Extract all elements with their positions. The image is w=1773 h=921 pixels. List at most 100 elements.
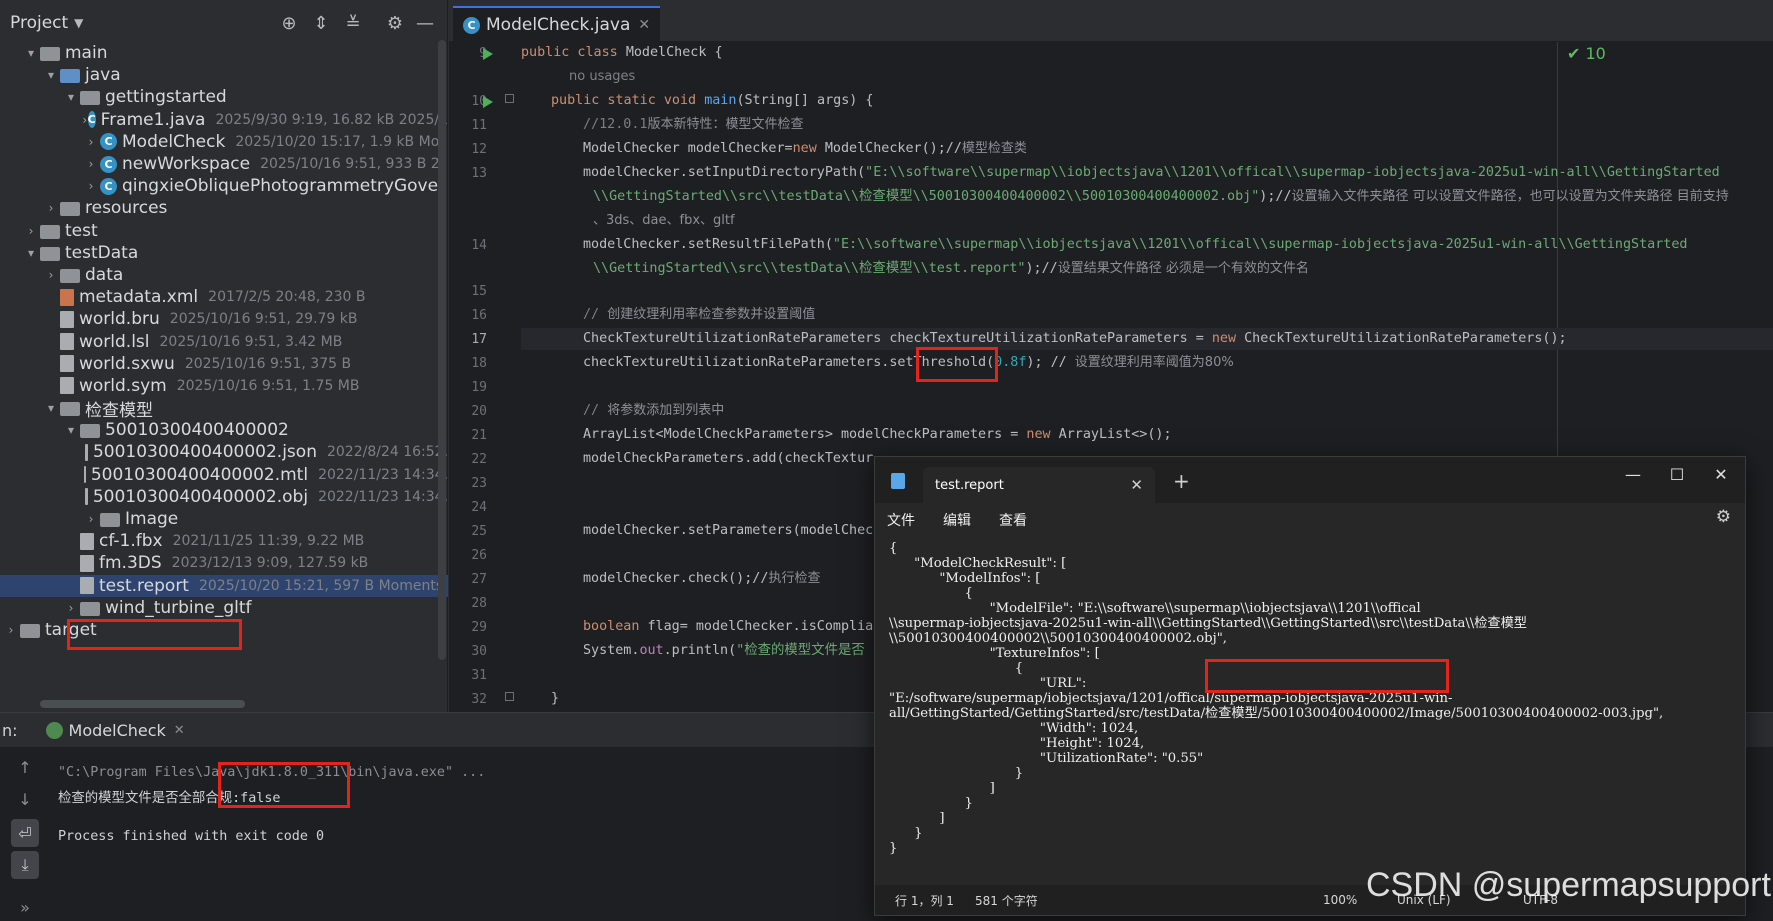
chevron-right-icon[interactable]: ›	[82, 157, 100, 171]
tab-modelcheck-java[interactable]: C ModelCheck.java ✕	[453, 6, 661, 42]
close-window-icon[interactable]: ✕	[1701, 465, 1741, 484]
line-number: 16	[471, 308, 487, 323]
chevron-down-icon[interactable]: ▾	[22, 46, 40, 60]
tree-item-meta: 2017/2/5 20:48, 230 B	[208, 289, 366, 306]
code-line: checkTextureUtilizationRateParameters.se…	[583, 355, 1234, 370]
file-icon	[85, 443, 88, 461]
chevron-down-icon[interactable]: ▼	[74, 16, 83, 30]
tree-item[interactable]: metadata.xml 2017/2/5 20:48, 230 B	[0, 286, 448, 308]
tree-item[interactable]: 50010300400400002.obj 2022/11/23 14:34,	[0, 486, 448, 508]
gear-icon[interactable]: ⚙	[1716, 507, 1731, 527]
tree-item-meta: 2023/12/13 9:09, 127.59 kB	[171, 555, 369, 572]
notepad-window: test.report ✕ + — ☐ ✕ 文件 编辑 查看 ⚙ { "Mode…	[874, 456, 1746, 916]
tree-item[interactable]: › resources	[0, 197, 448, 219]
line-number: 26	[471, 548, 487, 563]
tree-item[interactable]: › data	[0, 264, 448, 286]
chevron-down-icon[interactable]: ▾	[22, 246, 40, 260]
run-arrow-icon[interactable]	[483, 96, 493, 108]
expand-all-icon[interactable]: ⇕	[308, 10, 334, 36]
chevron-right-icon[interactable]: ›	[82, 113, 88, 127]
soft-wrap-icon[interactable]: ⏎	[11, 819, 39, 847]
tree-item[interactable]: › test	[0, 220, 448, 242]
inspection-indicator[interactable]: ✔ 10	[1567, 44, 1606, 63]
maximize-icon[interactable]: ☐	[1657, 465, 1697, 484]
down-arrow-icon[interactable]: ↓	[11, 785, 39, 813]
tree-item-label: 50010300400400002.mtl	[90, 464, 309, 485]
tree-item[interactable]: 50010300400400002.json 2022/8/24 16:52,	[0, 441, 448, 463]
close-icon[interactable]: ✕	[174, 723, 185, 738]
project-scrollbar[interactable]	[438, 40, 446, 660]
line-number: 12	[471, 142, 487, 157]
tree-item[interactable]: › CqingxieObliquePhotogrammetryGover	[0, 175, 448, 197]
tree-item[interactable]: test.report 2025/10/20 15:21, 597 B Momen…	[0, 574, 448, 597]
minimize-icon[interactable]: —	[1613, 465, 1653, 484]
menu-view[interactable]: 查看	[999, 510, 1027, 530]
chevron-right-icon[interactable]: ›	[82, 179, 100, 193]
more-icon[interactable]: »	[11, 893, 39, 921]
chevron-down-icon[interactable]: ▾	[42, 68, 60, 82]
collapse-all-icon[interactable]: ≚	[340, 10, 366, 36]
tree-item[interactable]: 50010300400400002.mtl 2022/11/23 14:34,	[0, 464, 448, 486]
chevron-right-icon[interactable]: ›	[42, 201, 60, 215]
chevron-down-icon[interactable]: ▾	[62, 90, 80, 104]
folder-icon	[100, 513, 120, 528]
close-icon[interactable]: ✕	[638, 17, 650, 33]
tree-item[interactable]: ▾ testData	[0, 242, 448, 264]
menu-edit[interactable]: 编辑	[943, 510, 971, 530]
gear-icon[interactable]: ⚙	[382, 10, 408, 36]
file-icon	[80, 577, 94, 595]
chevron-right-icon[interactable]: ›	[82, 135, 100, 149]
project-panel: Project ▼ ⊕ ⇕ ≚ ⚙ — ▾ main ▾ java ▾ gettingst…	[0, 0, 448, 712]
notepad-text-content[interactable]: { "ModelCheckResult": [ "ModelInfos": [ …	[889, 541, 1739, 881]
chevron-down-icon[interactable]: ▾	[42, 401, 60, 415]
project-horizontal-scrollbar[interactable]	[40, 700, 245, 708]
scroll-to-end-icon[interactable]: ⤓	[11, 851, 39, 879]
line-number: 20	[471, 404, 487, 419]
tree-item[interactable]: world.sym 2025/10/16 9:51, 1.75 MB	[0, 375, 448, 397]
tree-item[interactable]: ▾ java	[0, 64, 448, 86]
tree-item[interactable]: › Image	[0, 508, 448, 530]
fold-icon[interactable]	[505, 692, 514, 701]
tree-item-label: world.lsl	[79, 331, 150, 352]
up-arrow-icon[interactable]: ↑	[11, 753, 39, 781]
chevron-right-icon[interactable]: ›	[22, 224, 40, 238]
tree-item[interactable]: › CnewWorkspace 2025/10/16 9:51, 933 B 2	[0, 153, 448, 175]
menu-file[interactable]: 文件	[887, 510, 915, 530]
highlight-box-test-report	[67, 619, 242, 650]
new-tab-icon[interactable]: +	[1173, 469, 1190, 493]
tree-item[interactable]: › C ModelCheck 2025/10/20 15:17, 1.9 kB Mo	[0, 131, 448, 153]
chevron-right-icon[interactable]: ›	[2, 623, 20, 637]
tree-item[interactable]: ▾ 50010300400400002	[0, 419, 448, 441]
folder-icon	[80, 601, 100, 616]
hide-panel-icon[interactable]: —	[412, 10, 438, 36]
chevron-right-icon[interactable]: ›	[42, 268, 60, 282]
notepad-tab[interactable]: test.report ✕	[923, 467, 1155, 503]
run-arrow-icon[interactable]	[483, 48, 493, 60]
chevron-down-icon[interactable]: ▾	[62, 423, 80, 437]
line-number: 30	[471, 644, 487, 659]
tree-item[interactable]: ▾ gettingstarted	[0, 86, 448, 108]
highlight-box-threshold	[916, 347, 998, 382]
chevron-right-icon[interactable]: ›	[62, 601, 80, 615]
fold-icon[interactable]	[505, 94, 514, 103]
tree-item[interactable]: cf-1.fbx 2021/11/25 11:39, 9.22 MB	[0, 530, 448, 552]
tree-item[interactable]: › wind_turbine_gltf	[0, 597, 448, 619]
tree-item[interactable]: ▾ main	[0, 42, 448, 64]
zoom-level[interactable]: 100%	[1323, 893, 1357, 907]
tree-item-label: newWorkspace	[122, 154, 251, 175]
folder-icon	[40, 47, 60, 62]
tree-item[interactable]: › C Frame1.java 2025/9/30 9:19, 16.82 kB 20…	[0, 109, 448, 131]
tree-item[interactable]: world.lsl 2025/10/16 9:51, 3.42 MB	[0, 330, 448, 352]
run-tab-modelcheck[interactable]: ModelCheck ✕	[45, 721, 185, 740]
tree-item[interactable]: fm.3DS 2023/12/13 9:09, 127.59 kB	[0, 552, 448, 574]
code-line: \\GettingStarted\\src\\testData\\检查模型\\t…	[593, 261, 1309, 276]
close-icon[interactable]: ✕	[1130, 476, 1143, 494]
usages-hint[interactable]: no usages	[569, 66, 635, 88]
tree-item[interactable]: world.sxwu 2025/10/16 9:51, 375 B	[0, 353, 448, 375]
tree-item[interactable]: world.bru 2025/10/16 9:51, 29.79 kB	[0, 308, 448, 330]
tree-item[interactable]: ▾ 检查模型	[0, 397, 448, 421]
locate-icon[interactable]: ⊕	[276, 10, 302, 36]
tree-item-label: gettingstarted	[105, 87, 227, 108]
project-title[interactable]: Project	[10, 13, 68, 33]
chevron-right-icon[interactable]: ›	[82, 512, 100, 526]
